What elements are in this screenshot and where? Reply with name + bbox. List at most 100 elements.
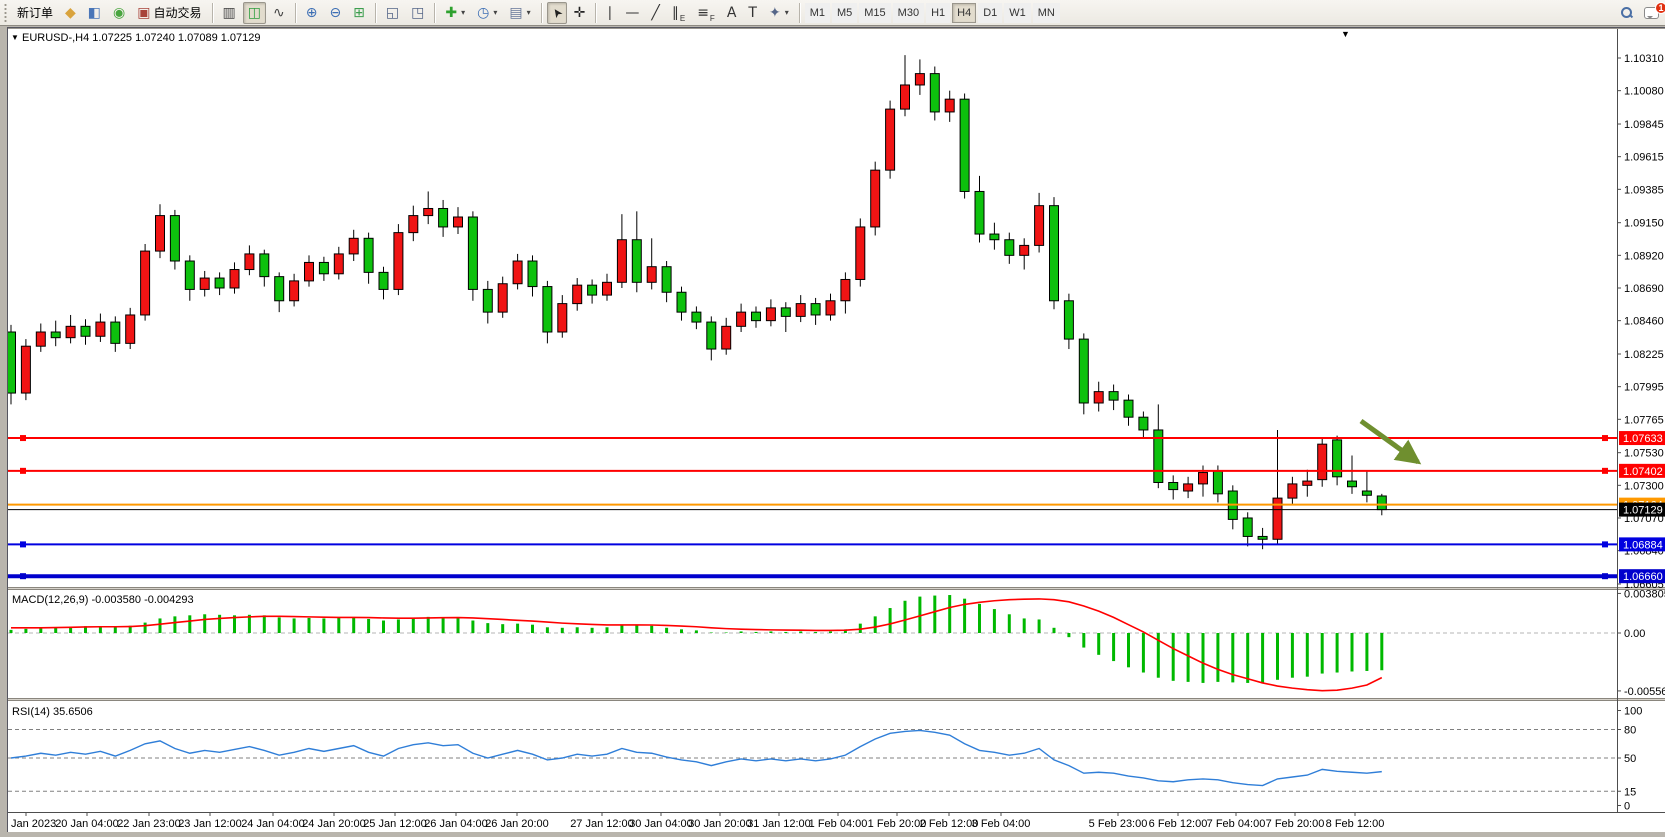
level-handle[interactable] xyxy=(1602,541,1608,547)
price-tick-label: 1.08460 xyxy=(1624,316,1664,328)
candle-body xyxy=(1258,536,1267,539)
candle-body xyxy=(826,301,835,315)
new-order-button[interactable]: 新订单 xyxy=(12,2,58,24)
level-handle[interactable] xyxy=(1602,573,1608,579)
tf-m1[interactable]: M1 xyxy=(805,3,830,23)
price-tick-label: 1.07530 xyxy=(1624,448,1664,460)
candle-body xyxy=(424,208,433,215)
tf-m15[interactable]: M15 xyxy=(859,3,890,23)
tf-h4[interactable]: H4 xyxy=(952,3,976,23)
template-icon-glyph: ▤ xyxy=(509,6,522,20)
dropdown-caret-icon[interactable]: ▾ xyxy=(493,8,497,17)
zoom-in-icon-glyph: ⊕ xyxy=(306,6,318,20)
price-tick-label: 1.07995 xyxy=(1624,382,1664,394)
time-tick-label: 2 Feb 12:00 xyxy=(920,818,979,830)
equidistant-channel-icon[interactable]: ∥E xyxy=(667,2,690,24)
candle-body xyxy=(1199,473,1208,484)
tf-m5[interactable]: M5 xyxy=(832,3,857,23)
horizontal-line-icon[interactable]: — xyxy=(620,2,644,24)
line-chart-icon[interactable]: ∿ xyxy=(268,2,290,24)
dropdown-caret-icon[interactable]: ▾ xyxy=(461,8,465,17)
trendline-icon[interactable]: ╱ xyxy=(646,2,664,24)
dropdown-caret-icon[interactable]: ▾ xyxy=(785,8,789,17)
candlestick xyxy=(170,210,179,270)
notification-badge: 1 xyxy=(1655,2,1665,14)
candle-body xyxy=(81,326,90,336)
level-handle[interactable] xyxy=(1602,435,1608,441)
level-handle[interactable] xyxy=(20,435,26,441)
candle-body xyxy=(617,240,626,283)
level-price-label: 1.07129 xyxy=(1623,505,1663,517)
zoom-in-icon[interactable]: ⊕ xyxy=(301,2,323,24)
time-tick-label: 3 Feb 04:00 xyxy=(972,818,1031,830)
cascade-charts-icon[interactable]: ◳ xyxy=(406,2,429,24)
new-chart-icon[interactable]: ✚▾ xyxy=(440,2,470,24)
level-handle[interactable] xyxy=(1602,468,1608,474)
news-signal-icon[interactable]: ◉ xyxy=(108,2,130,24)
candle-body xyxy=(707,322,716,349)
candle-body xyxy=(200,278,209,289)
candle-body xyxy=(1243,518,1252,536)
symbol-collapse-icon[interactable]: ▼ xyxy=(11,33,19,42)
chart-window: 1.103101.100801.098451.096151.093851.091… xyxy=(7,27,1665,832)
price-tick-label: 1.10310 xyxy=(1624,53,1664,65)
bar-chart-icon[interactable]: ▥ xyxy=(218,2,241,24)
search-icon[interactable] xyxy=(1616,2,1637,24)
candlestick xyxy=(1079,333,1088,414)
candle-body xyxy=(1348,481,1357,487)
gold-ingot-icon[interactable]: ◆ xyxy=(60,2,81,24)
arrows-icon[interactable]: ✦▾ xyxy=(764,2,794,24)
tile-windows-icon[interactable]: ⊞ xyxy=(348,2,370,24)
candlestick xyxy=(960,93,969,198)
horizontal-line-icon-glyph: — xyxy=(625,6,639,20)
candle-body xyxy=(1362,491,1371,495)
gold-ingot-icon-glyph: ◆ xyxy=(65,6,76,20)
tf-d1[interactable]: D1 xyxy=(978,3,1002,23)
tf-m30[interactable]: M30 xyxy=(893,3,924,23)
candle-body xyxy=(528,261,537,287)
trendline-icon-glyph: ╱ xyxy=(651,6,659,20)
candle-body xyxy=(886,109,895,170)
vertical-line-icon-glyph: ∣ xyxy=(606,6,613,20)
candle-body xyxy=(21,346,30,393)
candlestick xyxy=(856,218,865,286)
template-icon[interactable]: ▤▾ xyxy=(504,2,535,24)
candle-body xyxy=(692,312,701,322)
chart-ohlc-title: EURUSD-,H4 1.07225 1.07240 1.07089 1.071… xyxy=(22,32,261,44)
eurusd-h4-chart[interactable]: 1.103101.100801.098451.096151.093851.091… xyxy=(8,28,1665,832)
autotrade-button[interactable]: ▣自动交易 xyxy=(132,2,206,24)
market-watch-icon[interactable]: ◧ xyxy=(83,2,106,24)
toolbar-grip[interactable] xyxy=(3,4,8,22)
candle-body xyxy=(1318,444,1327,479)
fibonacci-icon[interactable]: ≡F xyxy=(692,2,720,24)
candlestick xyxy=(871,162,880,236)
text-label-icon[interactable]: T xyxy=(743,2,762,24)
tf-mn[interactable]: MN xyxy=(1033,3,1060,23)
tf-w1[interactable]: W1 xyxy=(1004,3,1031,23)
level-handle[interactable] xyxy=(20,541,26,547)
chat-icon[interactable]: 1 xyxy=(1639,2,1664,24)
chart-shift-marker[interactable]: ▼ xyxy=(1341,29,1350,39)
period-icon[interactable]: ◷▾ xyxy=(472,2,502,24)
tf-h1[interactable]: H1 xyxy=(926,3,950,23)
candle-body xyxy=(737,312,746,326)
toolbar-separator xyxy=(295,3,296,23)
cursor-icon[interactable]: ➤ xyxy=(547,2,567,24)
dropdown-caret-icon[interactable]: ▾ xyxy=(527,8,531,17)
new-chart-icon-glyph: ✚ xyxy=(445,6,457,20)
level-handle[interactable] xyxy=(20,573,26,579)
arrange-charts-icon[interactable]: ◱ xyxy=(381,2,404,24)
text-icon[interactable]: A xyxy=(722,2,742,24)
level-handle[interactable] xyxy=(20,468,26,474)
vertical-line-icon[interactable]: ∣ xyxy=(601,2,618,24)
candle-body xyxy=(990,234,999,240)
candlestick-chart-icon-glyph: ◫ xyxy=(248,6,261,20)
crosshair-icon[interactable]: ✛ xyxy=(569,2,591,24)
candle-body xyxy=(841,279,850,300)
candle-body xyxy=(1050,206,1059,301)
level-price-label: 1.06884 xyxy=(1623,539,1663,551)
candlestick-chart-icon[interactable]: ◫ xyxy=(243,2,266,24)
macd-tick-label: 0.00 xyxy=(1624,628,1645,640)
zoom-out-icon[interactable]: ⊖ xyxy=(324,2,346,24)
icon-subletter: F xyxy=(710,14,715,23)
